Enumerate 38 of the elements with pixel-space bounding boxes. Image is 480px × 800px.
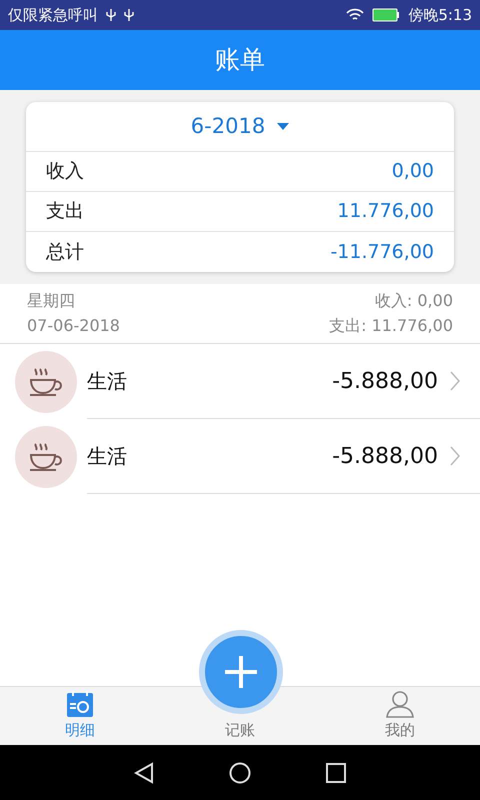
amount-text: -5.888,00 [332, 368, 438, 396]
summary-label: 收入 [46, 159, 84, 184]
usb-icon [106, 8, 116, 22]
home-icon[interactable] [229, 762, 251, 784]
summary-label: 总计 [46, 240, 84, 265]
calendar-icon [66, 690, 94, 718]
carrier-text: 仅限紧急呼叫 [8, 4, 98, 26]
battery-icon [372, 8, 400, 22]
clock-text: 傍晚5:13 [408, 4, 472, 26]
plus-icon [223, 654, 259, 690]
category-text: 生活 [87, 368, 127, 395]
caret-icon [277, 122, 290, 130]
date-text: 07-06-2018 [27, 315, 120, 338]
tab[interactable]: 明细 [65, 690, 95, 740]
entry-row[interactable]: 生活 -5.888,00 [0, 344, 480, 419]
tab[interactable]: 记账 [225, 720, 255, 740]
summary-label: 支出 [46, 199, 84, 224]
usb-icon [124, 8, 134, 22]
back-icon[interactable] [134, 762, 154, 784]
coffee-cup-icon [28, 366, 64, 396]
period-dropdown[interactable]: 6-2018 [26, 102, 454, 152]
page-title: 账单 [215, 44, 265, 76]
recents-icon[interactable] [326, 762, 346, 782]
chevron-icon [450, 446, 460, 466]
tab[interactable]: 我的 [385, 690, 415, 740]
coffee-cup-icon [28, 442, 64, 472]
chevron-icon [450, 371, 460, 391]
category-text: 生活 [87, 443, 127, 470]
summary-value: -11.776,00 [330, 240, 434, 265]
day-expense-text: 支出: 11.776,00 [329, 315, 453, 338]
person-icon [386, 690, 414, 718]
wifi-icon [346, 8, 364, 22]
summary-value: 11.776,00 [337, 199, 434, 224]
summary-value: 0,00 [392, 159, 434, 184]
weekday-text: 星期四 [27, 290, 75, 312]
entry-row[interactable]: 生活 -5.888,00 [0, 419, 480, 494]
day-income-text: 收入: 0,00 [374, 290, 453, 312]
amount-text: -5.888,00 [332, 442, 438, 470]
